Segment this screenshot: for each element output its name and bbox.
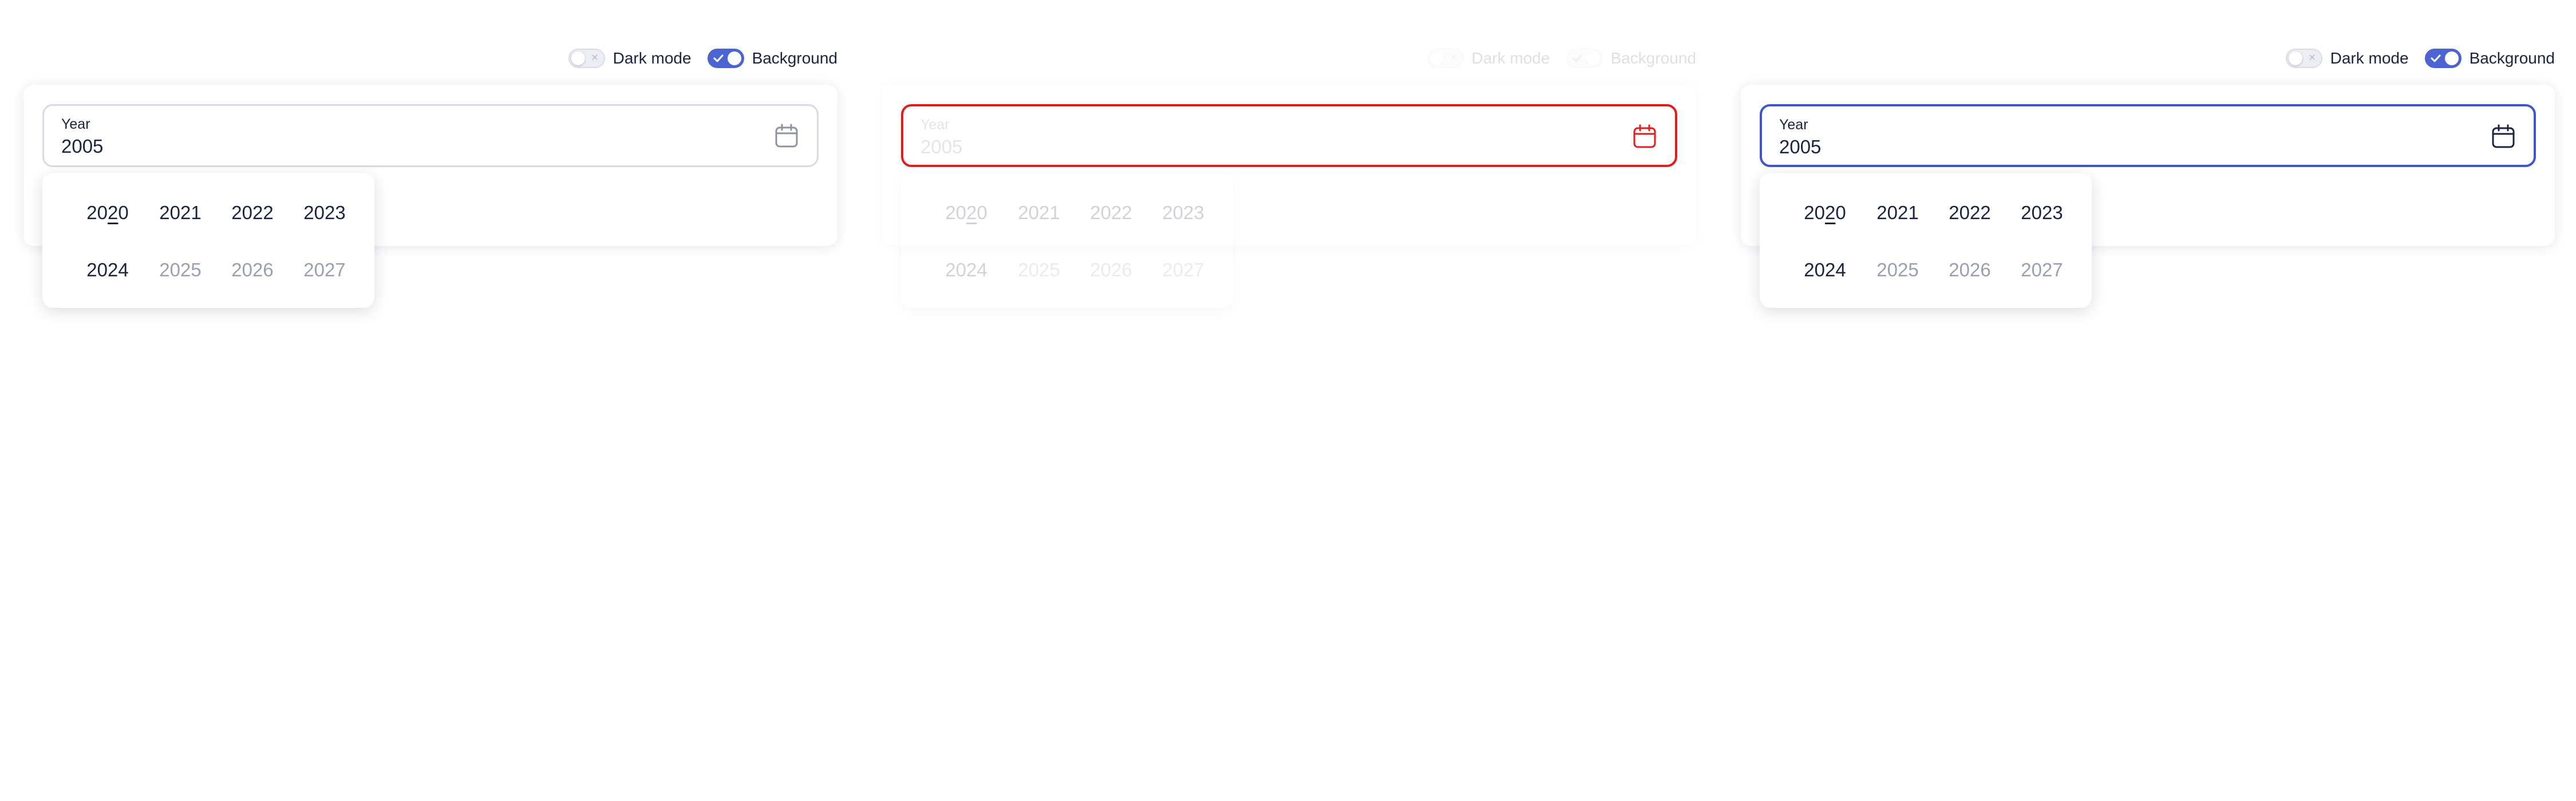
year-option: 2021: [1018, 202, 1060, 223]
background-label: Background: [752, 49, 837, 67]
toggle-knob: [2444, 51, 2459, 65]
x-icon: ✕: [1449, 53, 1457, 63]
toggle-knob: [1429, 51, 1444, 65]
toggle-knob: [571, 51, 585, 65]
year-field-label: Year: [920, 117, 950, 133]
year-option-disabled: 2026: [231, 259, 274, 280]
year-option-current[interactable]: 2020: [73, 201, 142, 224]
year-option[interactable]: 2021: [1863, 201, 1932, 224]
year-field[interactable]: Year 2005: [42, 104, 819, 167]
calendar-icon[interactable]: [773, 123, 800, 149]
year-option: 2024: [945, 259, 987, 280]
year-option[interactable]: 2023: [290, 201, 359, 224]
year-field-focused[interactable]: Year 2005: [1760, 104, 2536, 167]
dark-mode-toggle: ✕: [1427, 49, 1464, 68]
year-option[interactable]: 2022: [1935, 201, 2004, 224]
check-icon: [713, 54, 724, 62]
dark-mode-toggle-group: ✕ Dark mode: [568, 49, 692, 68]
panel-error-disabled: ✕ Dark mode Background Year 2005 2020 20…: [859, 0, 1717, 801]
year-option[interactable]: 2022: [218, 201, 287, 224]
background-label: Background: [2469, 49, 2555, 67]
dark-mode-toggle[interactable]: ✕: [568, 49, 605, 68]
dark-mode-toggle-group: ✕ Dark mode: [1427, 49, 1550, 68]
year-option-disabled: 2027: [1162, 259, 1204, 280]
year-option-disabled: 2026: [1949, 259, 1991, 280]
year-option-disabled: 2025: [1018, 259, 1060, 280]
background-toggle-group: Background: [1566, 49, 1696, 68]
year-option[interactable]: 2023: [2008, 201, 2076, 224]
panel-default: ✕ Dark mode Background Year 2005 2020 20…: [0, 0, 859, 801]
x-icon: ✕: [591, 53, 599, 63]
year-option[interactable]: 2024: [73, 259, 142, 281]
background-toggle[interactable]: [2424, 49, 2462, 68]
year-option[interactable]: 2021: [146, 201, 215, 224]
background-toggle-group: Background: [2424, 49, 2555, 68]
year-picker-popover: 2020 2021 2022 2023 2024 2025 2026 2027: [1760, 173, 2092, 308]
toggle-knob: [1586, 51, 1600, 65]
dark-mode-label: Dark mode: [1471, 49, 1550, 67]
dark-mode-label: Dark mode: [2330, 49, 2409, 67]
dark-mode-toggle-group: ✕ Dark mode: [2285, 49, 2409, 68]
check-icon: [1572, 54, 1582, 62]
year-field-value: 2005: [1779, 136, 1822, 157]
calendar-icon: [1633, 124, 1656, 148]
year-field-label: Year: [61, 116, 90, 132]
background-toggle-group: Background: [707, 49, 837, 68]
year-field-value: 2005: [920, 136, 963, 157]
dark-mode-label: Dark mode: [613, 49, 692, 67]
year-option: 2022: [1090, 202, 1132, 223]
background-toggle[interactable]: [707, 49, 744, 68]
toolbar: ✕ Dark mode Background: [552, 47, 837, 70]
year-option-disabled: 2027: [2021, 259, 2063, 280]
check-icon: [2431, 54, 2441, 62]
toolbar: ✕ Dark mode Background: [2270, 47, 2555, 70]
toggle-knob: [727, 51, 741, 65]
year-option-current[interactable]: 2020: [1791, 201, 1859, 224]
background-toggle: [1566, 49, 1603, 68]
year-field-value: 2005: [61, 136, 104, 157]
year-option: 2023: [1162, 202, 1204, 223]
background-label: Background: [1610, 49, 1696, 67]
year-option-disabled: 2026: [1090, 259, 1132, 280]
year-picker-popover: 2020 2021 2022 2023 2024 2025 2026 2027: [901, 173, 1233, 308]
year-option-disabled: 2027: [303, 259, 346, 280]
x-icon: ✕: [2308, 53, 2316, 63]
year-option-disabled: 2025: [1876, 259, 1919, 280]
dark-mode-toggle[interactable]: ✕: [2285, 49, 2322, 68]
year-option-current: 2020: [945, 202, 987, 223]
year-picker-popover: 2020 2021 2022 2023 2024 2025 2026 2027: [42, 173, 374, 308]
year-option-disabled: 2025: [159, 259, 202, 280]
toolbar: ✕ Dark mode Background: [1411, 47, 1696, 70]
toggle-knob: [2288, 51, 2302, 65]
year-field-error: Year 2005: [901, 104, 1677, 167]
year-field-label: Year: [1779, 117, 1808, 133]
panel-focused: ✕ Dark mode Background Year 2005 2020 20…: [1717, 0, 2576, 801]
year-option[interactable]: 2024: [1791, 259, 1859, 281]
calendar-icon[interactable]: [2490, 124, 2516, 150]
